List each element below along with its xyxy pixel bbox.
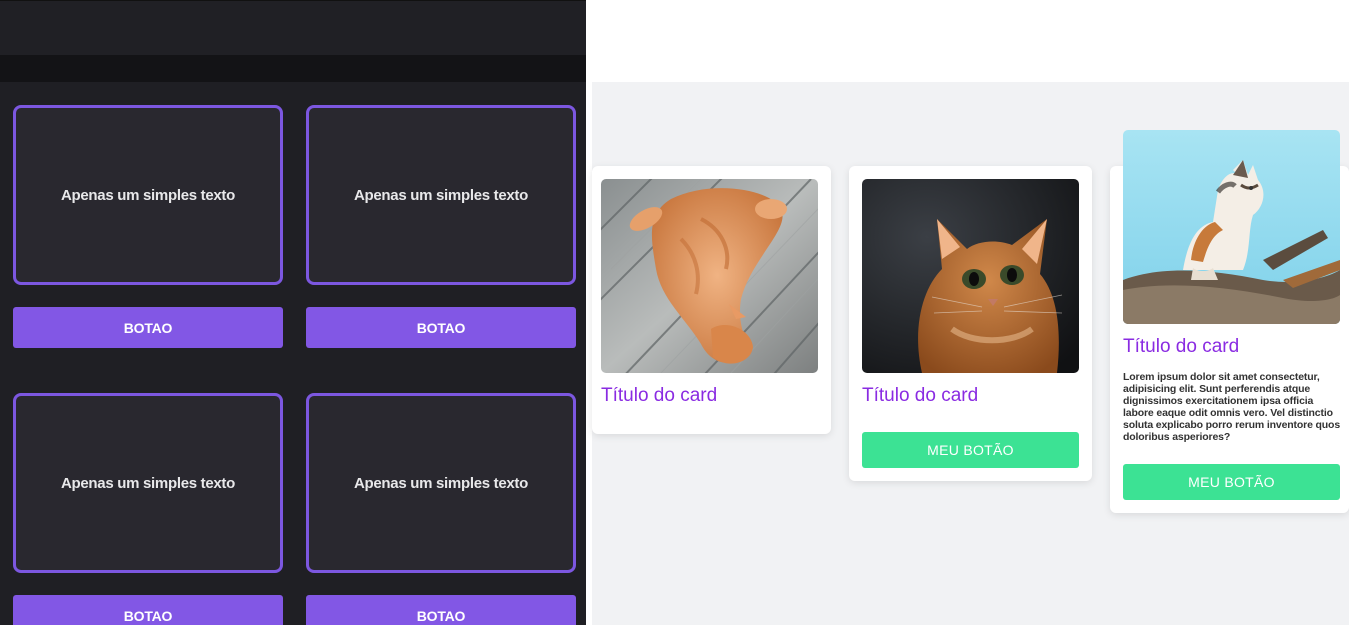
card: Título do card	[592, 166, 831, 434]
dark-panel: Apenas um simples texto BOTAO Apenas um …	[0, 0, 586, 625]
text-box: Apenas um simples texto	[13, 105, 283, 285]
meu-botao-button[interactable]: MEU BOTÃO	[1123, 464, 1340, 500]
botao-button[interactable]: BOTAO	[13, 307, 283, 348]
botao-button[interactable]: BOTAO	[306, 307, 576, 348]
cat-image	[1123, 130, 1340, 324]
botao-button[interactable]: BOTAO	[13, 595, 283, 625]
text-box-label: Apenas um simples texto	[61, 186, 235, 204]
card: Título do card MEU BOTÃO	[849, 166, 1092, 481]
text-box: Apenas um simples texto	[13, 393, 283, 573]
card-text: Lorem ipsum dolor sit amet consectetur, …	[1123, 371, 1341, 443]
text-box-label: Apenas um simples texto	[354, 474, 528, 492]
text-box-label: Apenas um simples texto	[61, 474, 235, 492]
dark-strip	[0, 55, 586, 82]
meu-botao-button[interactable]: MEU BOTÃO	[862, 432, 1079, 468]
text-box: Apenas um simples texto	[306, 105, 576, 285]
cat-image	[601, 179, 818, 373]
text-box-label: Apenas um simples texto	[354, 186, 528, 204]
text-box: Apenas um simples texto	[306, 393, 576, 573]
card-title: Título do card	[601, 385, 718, 406]
dark-top-bar	[0, 0, 586, 55]
card-title: Título do card	[862, 385, 979, 406]
botao-button[interactable]: BOTAO	[306, 595, 576, 625]
cat-image	[862, 179, 1079, 373]
card-title: Título do card	[1123, 336, 1240, 357]
